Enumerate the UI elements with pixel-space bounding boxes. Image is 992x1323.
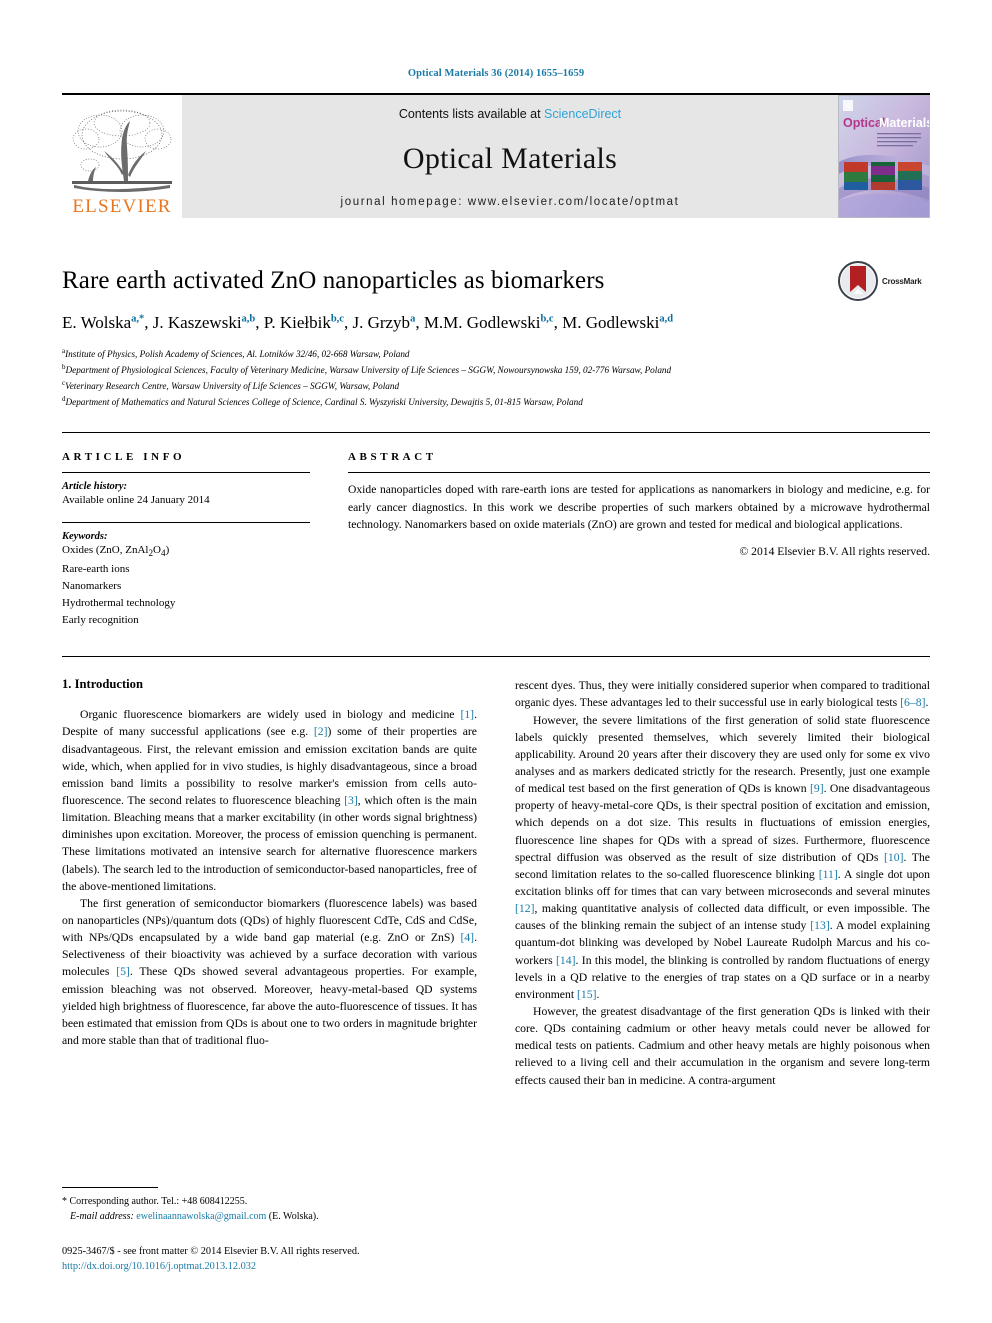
contents-available-line: Contents lists available at ScienceDirec… xyxy=(399,107,621,121)
author-affiliation-marks[interactable]: a xyxy=(410,313,415,324)
author-name: J. Grzyb xyxy=(352,313,411,332)
author-affiliation-marks[interactable]: b,c xyxy=(540,313,553,324)
author-item: M.M. Godlewskib,c xyxy=(424,313,554,332)
keyword-item: Rare-earth ions xyxy=(62,563,130,576)
journal-cover-thumbnail: Optical Materials xyxy=(838,95,930,218)
corresponding-author-note: * Corresponding author. Tel.: +48 608412… xyxy=(62,1196,248,1208)
author-item: M. Godlewskia,d xyxy=(562,313,673,332)
paragraph: However, the severe limitations of the f… xyxy=(515,713,930,1001)
author-name: M. Godlewski xyxy=(562,313,660,332)
keyword-item: Early recognition xyxy=(62,613,139,626)
article-history-value: Available online 24 January 2014 xyxy=(62,493,210,506)
affiliation-text: Institute of Physics, Polish Academy of … xyxy=(65,349,410,359)
divider xyxy=(348,471,930,473)
author-name: P. Kiełbik xyxy=(263,313,331,332)
crossmark-label: CrossMark xyxy=(882,276,922,286)
abstract-column: ABSTRACT Oxide nanoparticles doped with … xyxy=(348,451,930,629)
doi-link[interactable]: http://dx.doi.org/10.1016/j.optmat.2013.… xyxy=(62,1260,477,1275)
citation-link[interactable]: [2] xyxy=(314,725,328,738)
divider xyxy=(62,522,310,524)
running-head: Optical Materials 36 (2014) 1655–1659 xyxy=(407,68,585,79)
author-affiliation-marks[interactable]: a,d xyxy=(659,313,673,324)
citation-link[interactable]: [1] xyxy=(460,708,474,721)
issn-line: 0925-3467/$ - see front matter © 2014 El… xyxy=(62,1246,360,1258)
article-info-column: ARTICLE INFO Article history: Available … xyxy=(62,451,310,629)
elsevier-wordmark: ELSEVIER xyxy=(72,196,172,217)
paragraph: The first generation of semiconductor bi… xyxy=(62,896,478,1047)
citation-link[interactable]: [9] xyxy=(810,782,824,795)
sciencedirect-link[interactable]: ScienceDirect xyxy=(544,107,621,121)
keyword-item: Nanomarkers xyxy=(62,580,122,593)
info-abstract-region: ARTICLE INFO Article history: Available … xyxy=(62,431,930,629)
email-link[interactable]: ewelinaannawolska@gmail.com xyxy=(136,1211,266,1222)
paragraph: rescent dyes. Thus, they were initially … xyxy=(515,679,930,710)
author-list: E. Wolskaa,*, J. Kaszewskia,b, P. Kiełbi… xyxy=(62,313,674,332)
crossmark-icon xyxy=(838,261,878,301)
affiliation-text: Veterinary Research Centre, Warsaw Unive… xyxy=(65,380,400,391)
affiliation-item: cVeterinary Research Centre, Warsaw Univ… xyxy=(62,378,930,394)
paper-page: Optical Materials 36 (2014) 1655–1659 EL… xyxy=(0,0,992,1323)
citation-link[interactable]: [12] xyxy=(515,902,534,915)
email-owner: (E. Wolska). xyxy=(268,1211,319,1223)
elsevier-logo: ELSEVIER xyxy=(62,95,182,218)
page-title: Rare earth activated ZnO nanoparticles a… xyxy=(62,267,605,294)
article-history-label: Article history: xyxy=(62,480,128,492)
body-region: 1. Introduction Organic fluorescence bio… xyxy=(62,656,930,1088)
citation-link[interactable]: [15] xyxy=(577,988,596,1001)
keyword-item: Hydrothermal technology xyxy=(62,596,176,609)
citation-link[interactable]: [5] xyxy=(116,965,130,978)
article-info-heading: ARTICLE INFO xyxy=(62,450,186,463)
title-block: Rare earth activated ZnO nanoparticles a… xyxy=(62,261,930,410)
affiliation-item: bDepartment of Physiological Sciences, F… xyxy=(62,362,930,378)
affiliation-item: aInstitute of Physics, Polish Academy of… xyxy=(62,346,930,362)
citation-link[interactable]: [10] xyxy=(884,851,903,864)
author-name: J. Kaszewski xyxy=(152,313,242,332)
author-affiliation-marks[interactable]: a,b xyxy=(242,313,256,324)
author-item: P. Kiełbikb,c xyxy=(264,313,344,332)
body-column-right: rescent dyes. Thus, they were initially … xyxy=(515,677,930,1088)
abstract-copyright: © 2014 Elsevier B.V. All rights reserved… xyxy=(739,545,930,559)
paragraph: However, the greatest disadvantage of th… xyxy=(515,1004,930,1087)
citation-link[interactable]: [6–8] xyxy=(900,696,925,709)
author-item: E. Wolskaa,* xyxy=(62,313,144,332)
masthead-center: Contents lists available at ScienceDirec… xyxy=(182,95,838,218)
affiliation-item: dDepartment of Mathematics and Natural S… xyxy=(62,394,930,410)
elsevier-tree-icon xyxy=(72,109,172,192)
author-item: J. Kaszewskia,b xyxy=(153,313,255,332)
affiliation-text: Department of Physiological Sciences, Fa… xyxy=(65,364,672,375)
author-affiliation-marks[interactable]: b,c xyxy=(331,313,344,324)
section-heading-introduction: 1. Introduction xyxy=(62,677,143,692)
paragraph: Organic fluorescence biomarkers are wide… xyxy=(62,708,477,893)
keywords-label: Keywords: xyxy=(62,531,108,543)
citation-link[interactable]: [14] xyxy=(556,954,575,967)
citation-link[interactable]: [11] xyxy=(819,868,838,881)
abstract-heading: ABSTRACT xyxy=(348,450,437,463)
contents-prefix: Contents lists available at xyxy=(398,107,545,121)
author-affiliation-marks[interactable]: a,* xyxy=(131,313,144,324)
svg-text:Materials: Materials xyxy=(879,116,929,130)
citation-link[interactable]: [3] xyxy=(344,794,358,807)
affiliation-list: aInstitute of Physics, Polish Academy of… xyxy=(62,346,930,410)
body-column-left: 1. Introduction Organic fluorescence bio… xyxy=(62,677,477,1088)
author-name: M.M. Godlewski xyxy=(423,313,541,332)
divider xyxy=(62,471,310,473)
author-name: E. Wolska xyxy=(62,313,132,332)
footnote-region: * Corresponding author. Tel.: +48 608412… xyxy=(62,1187,477,1275)
email-label: E-mail address: xyxy=(70,1211,134,1223)
cover-artwork: Optical Materials xyxy=(839,96,929,217)
author-item: J. Grzyba xyxy=(352,313,415,332)
email-note: E-mail address: ewelinaannawolska@gmail.… xyxy=(62,1209,477,1224)
footnote-divider xyxy=(62,1187,158,1189)
citation-link[interactable]: [13] xyxy=(810,919,829,932)
journal-title: Optical Materials xyxy=(402,141,618,175)
keyword-list: Oxides (ZnO, ZnAl2O4) Rare-earth ions Na… xyxy=(62,542,310,628)
keyword-item: Oxides (ZnO, ZnAl2O4) xyxy=(62,544,170,559)
abstract-text: Oxide nanoparticles doped with rare-eart… xyxy=(348,482,930,532)
imprint-block: 0925-3467/$ - see front matter © 2014 El… xyxy=(62,1245,477,1275)
affiliation-text: Department of Mathematics and Natural Sc… xyxy=(65,396,583,407)
citation-link[interactable]: [4] xyxy=(460,931,474,944)
journal-masthead: ELSEVIER Contents lists available at Sci… xyxy=(62,93,930,218)
crossmark-badge[interactable]: CrossMark xyxy=(838,258,930,304)
journal-homepage-link[interactable]: journal homepage: www.elsevier.com/locat… xyxy=(341,196,680,208)
